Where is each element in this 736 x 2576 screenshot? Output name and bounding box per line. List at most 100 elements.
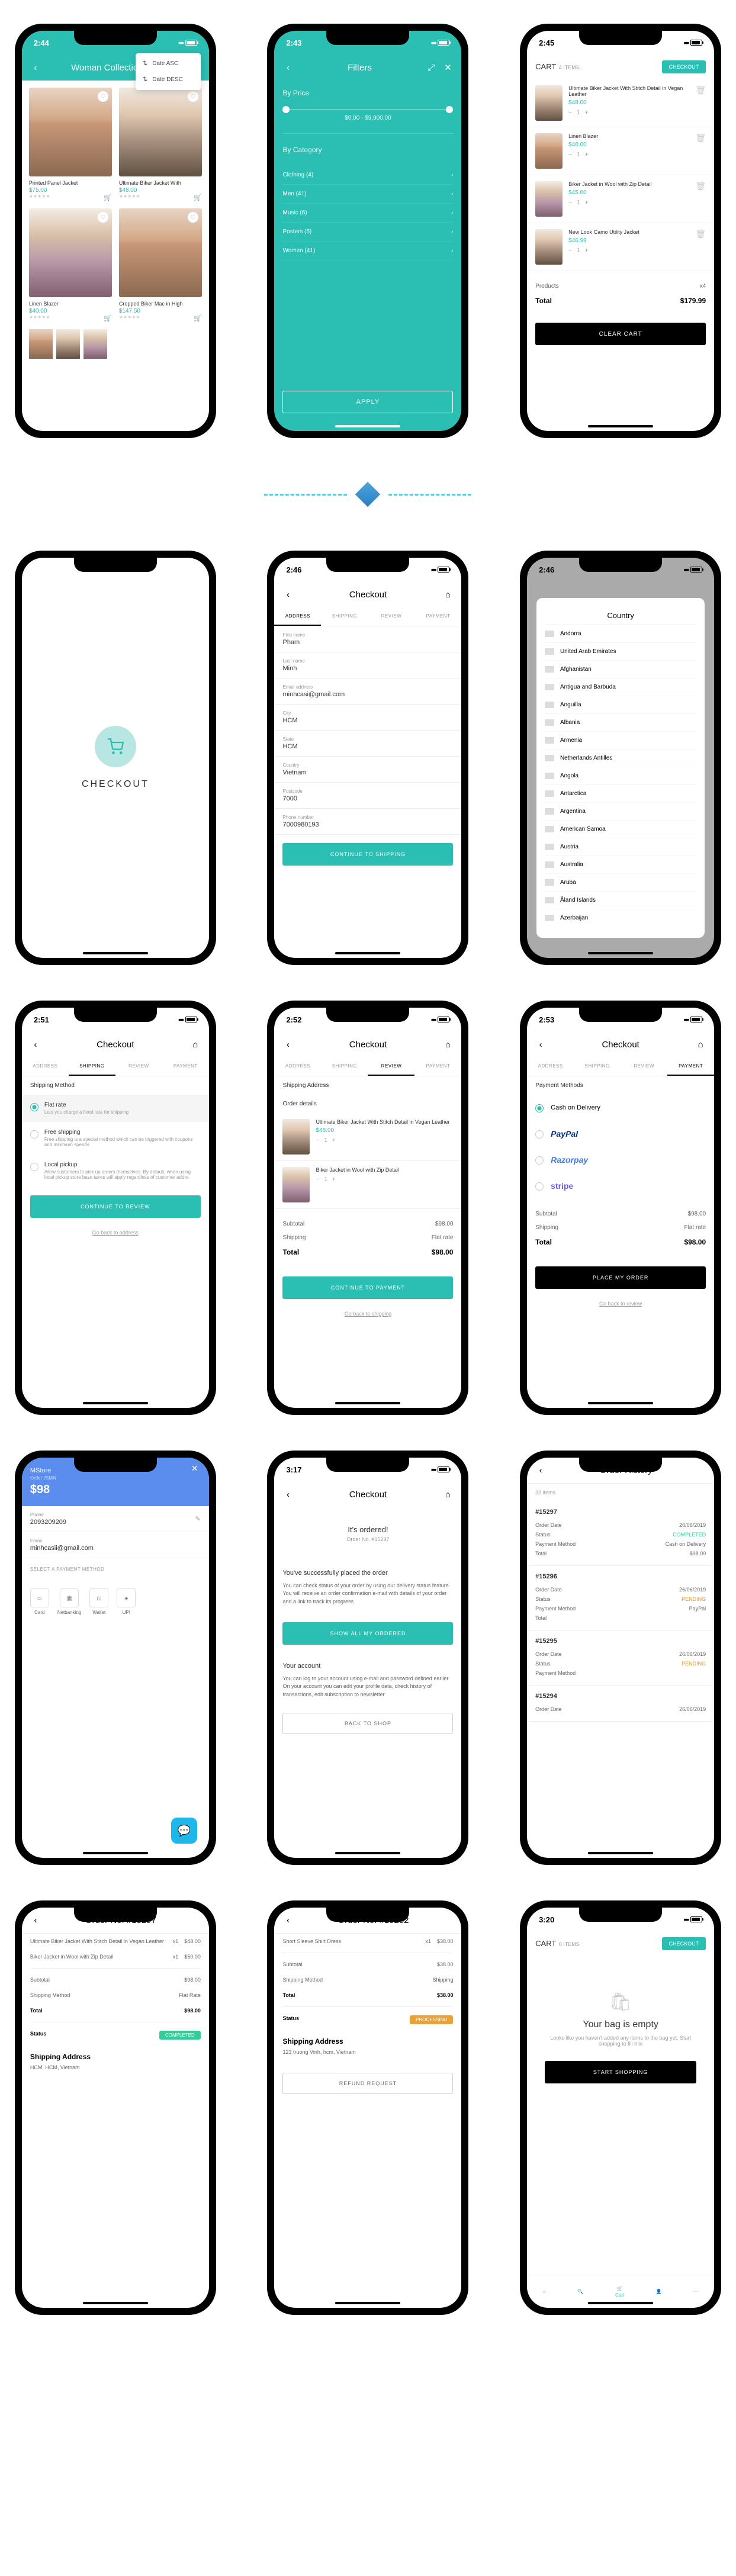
back-icon[interactable]: ‹ (282, 589, 293, 600)
back-icon[interactable]: ‹ (30, 62, 41, 73)
qty-plus[interactable]: + (585, 110, 589, 116)
back-icon[interactable]: ‹ (30, 1039, 41, 1050)
country-item[interactable]: Aruba (545, 874, 696, 892)
cart-icon[interactable]: 🛒 (104, 194, 112, 201)
payment-option[interactable]: Cash on Delivery (527, 1095, 714, 1121)
expand-icon[interactable]: ⤢ (426, 62, 436, 73)
country-item[interactable]: Åland Islands (545, 892, 696, 909)
continue-button[interactable]: CONTINUE TO PAYMENT (282, 1276, 453, 1299)
nav-cart[interactable]: 🛒Cart (615, 2286, 624, 2298)
email-field[interactable]: Emailminhcasii@gmail.com (22, 1532, 209, 1558)
product-card[interactable]: ♡Printed Panel Jacket$75.00★★★★★ 🛒 (29, 88, 112, 201)
nav-search[interactable]: 🔍 (577, 2289, 583, 2294)
back-link[interactable]: Go back to review (527, 1297, 714, 1310)
pay-upi[interactable]: ◈UPI (117, 1588, 136, 1615)
city-field[interactable]: CityHCM (274, 705, 461, 731)
order-item[interactable]: #15295Order Date26/06/2019StatusPENDINGP… (527, 1630, 714, 1686)
continue-button[interactable]: CONTINUE TO SHIPPING (282, 843, 453, 866)
fav-icon[interactable]: ♡ (98, 212, 108, 223)
tab-payment[interactable]: PAYMENT (414, 607, 461, 626)
shipping-option[interactable]: Free shippingFree shipping is a special … (22, 1122, 209, 1154)
sort-desc[interactable]: ⇅Date DESC (136, 72, 201, 88)
cart-icon[interactable]: 🛒 (194, 194, 202, 201)
country-item[interactable]: Armenia (545, 732, 696, 750)
back-link[interactable]: Go back to shipping (274, 1307, 461, 1320)
back-link[interactable]: Go back to address (22, 1226, 209, 1239)
country-item[interactable]: Netherlands Antilles (545, 750, 696, 767)
refund-button[interactable]: REFUND REQUEST (282, 2073, 453, 2094)
home-icon[interactable]: ⌂ (190, 1039, 201, 1050)
payment-option[interactable]: Razorpay (527, 1147, 714, 1173)
back-icon[interactable]: ‹ (282, 1039, 293, 1050)
firstname-field[interactable]: First namePham (274, 626, 461, 652)
home-icon[interactable]: ⌂ (442, 1039, 453, 1050)
shipping-option[interactable]: Flat rateLets you charge a fixed rate fo… (22, 1095, 209, 1122)
country-field[interactable]: CountryVietnam (274, 757, 461, 783)
fav-icon[interactable]: ♡ (188, 212, 198, 223)
price-slider[interactable] (282, 109, 453, 110)
country-item[interactable]: Australia (545, 856, 696, 874)
cart-icon[interactable]: 🛒 (194, 314, 202, 322)
phone-field[interactable]: Phone2093209209✎ (22, 1506, 209, 1532)
country-item[interactable]: American Samoa (545, 821, 696, 838)
category-item[interactable]: Clothing (4)› (282, 166, 453, 185)
payment-option[interactable]: PayPal (527, 1121, 714, 1147)
product-card[interactable]: ♡Cropped Biker Mac in High$147.50★★★★★ 🛒 (119, 208, 202, 322)
back-icon[interactable]: ‹ (282, 1489, 293, 1500)
product-card[interactable]: ♡Linen Blazer$40.00★★★★★ 🛒 (29, 208, 112, 322)
category-item[interactable]: Men (41)› (282, 185, 453, 204)
lastname-field[interactable]: Last nameMinh (274, 652, 461, 678)
remove-icon[interactable]: 🗑 (695, 85, 706, 121)
tab-address[interactable]: ADDRESS (274, 607, 321, 626)
country-item[interactable]: Albania (545, 714, 696, 732)
pay-card[interactable]: ▭Card (30, 1588, 49, 1615)
home-icon[interactable]: ⌂ (442, 1489, 453, 1500)
country-item[interactable]: Anguilla (545, 696, 696, 714)
country-item[interactable]: Angola (545, 767, 696, 785)
home-icon[interactable]: ⌂ (695, 1039, 706, 1050)
back-icon[interactable]: ‹ (282, 62, 293, 73)
nav-profile[interactable]: 👤 (656, 2289, 662, 2294)
back-icon[interactable]: ‹ (30, 1915, 41, 1926)
category-item[interactable]: Posters (5)› (282, 223, 453, 242)
chat-fab[interactable]: 💬 (171, 1818, 197, 1844)
payment-option[interactable]: stripe (527, 1173, 714, 1199)
remove-icon[interactable]: 🗑 (695, 133, 706, 169)
order-item[interactable]: #15296Order Date26/06/2019StatusPENDINGP… (527, 1566, 714, 1630)
apply-button[interactable]: APPLY (282, 391, 453, 413)
pay-wallet[interactable]: ◱Wallet (89, 1588, 108, 1615)
remove-icon[interactable]: 🗑 (695, 181, 706, 217)
fav-icon[interactable]: ♡ (188, 91, 198, 102)
checkout-button[interactable]: CHECKOUT (662, 1937, 706, 1950)
tab-shipping[interactable]: SHIPPING (321, 607, 368, 626)
country-item[interactable]: Azerbaijan (545, 909, 696, 925)
clear-cart-button[interactable]: CLEAR CART (535, 323, 706, 345)
home-icon[interactable]: ⌂ (442, 589, 453, 600)
country-item[interactable]: Argentina (545, 803, 696, 821)
country-item[interactable]: Afghanistan (545, 661, 696, 678)
sort-asc[interactable]: ⇅Date ASC (136, 56, 201, 72)
start-shopping-button[interactable]: START SHOPPING (545, 2061, 696, 2083)
show-orders-button[interactable]: SHOW ALL MY ORDERED (282, 1622, 453, 1645)
close-icon[interactable]: ✕ (442, 62, 453, 73)
shipping-option[interactable]: Local pickupAllow customers to pick up o… (22, 1154, 209, 1187)
order-item[interactable]: #15294Order Date26/06/2019 (527, 1686, 714, 1722)
edit-icon[interactable]: ✎ (195, 1515, 201, 1523)
nav-more[interactable]: ⋯ (693, 2289, 698, 2294)
product-card[interactable]: ♡Ultimate Biker Jacket With$48.00★★★★★ 🛒 (119, 88, 202, 201)
category-item[interactable]: Women (41)› (282, 242, 453, 261)
country-item[interactable]: Andorra (545, 625, 696, 643)
place-order-button[interactable]: PLACE MY ORDER (535, 1266, 706, 1289)
nav-home[interactable]: ⌂ (543, 2289, 546, 2294)
postcode-field[interactable]: Postcode7000 (274, 783, 461, 809)
back-icon[interactable]: ‹ (282, 1915, 293, 1926)
category-item[interactable]: Music (6)› (282, 204, 453, 223)
fav-icon[interactable]: ♡ (98, 91, 108, 102)
country-item[interactable]: United Arab Emirates (545, 643, 696, 661)
back-icon[interactable]: ‹ (535, 1465, 546, 1476)
state-field[interactable]: StateHCM (274, 731, 461, 757)
pay-netbanking[interactable]: 🏛Netbanking (57, 1588, 81, 1615)
continue-button[interactable]: CONTINUE TO REVIEW (30, 1195, 201, 1218)
qty-minus[interactable]: − (568, 110, 572, 116)
back-icon[interactable]: ‹ (535, 1039, 546, 1050)
